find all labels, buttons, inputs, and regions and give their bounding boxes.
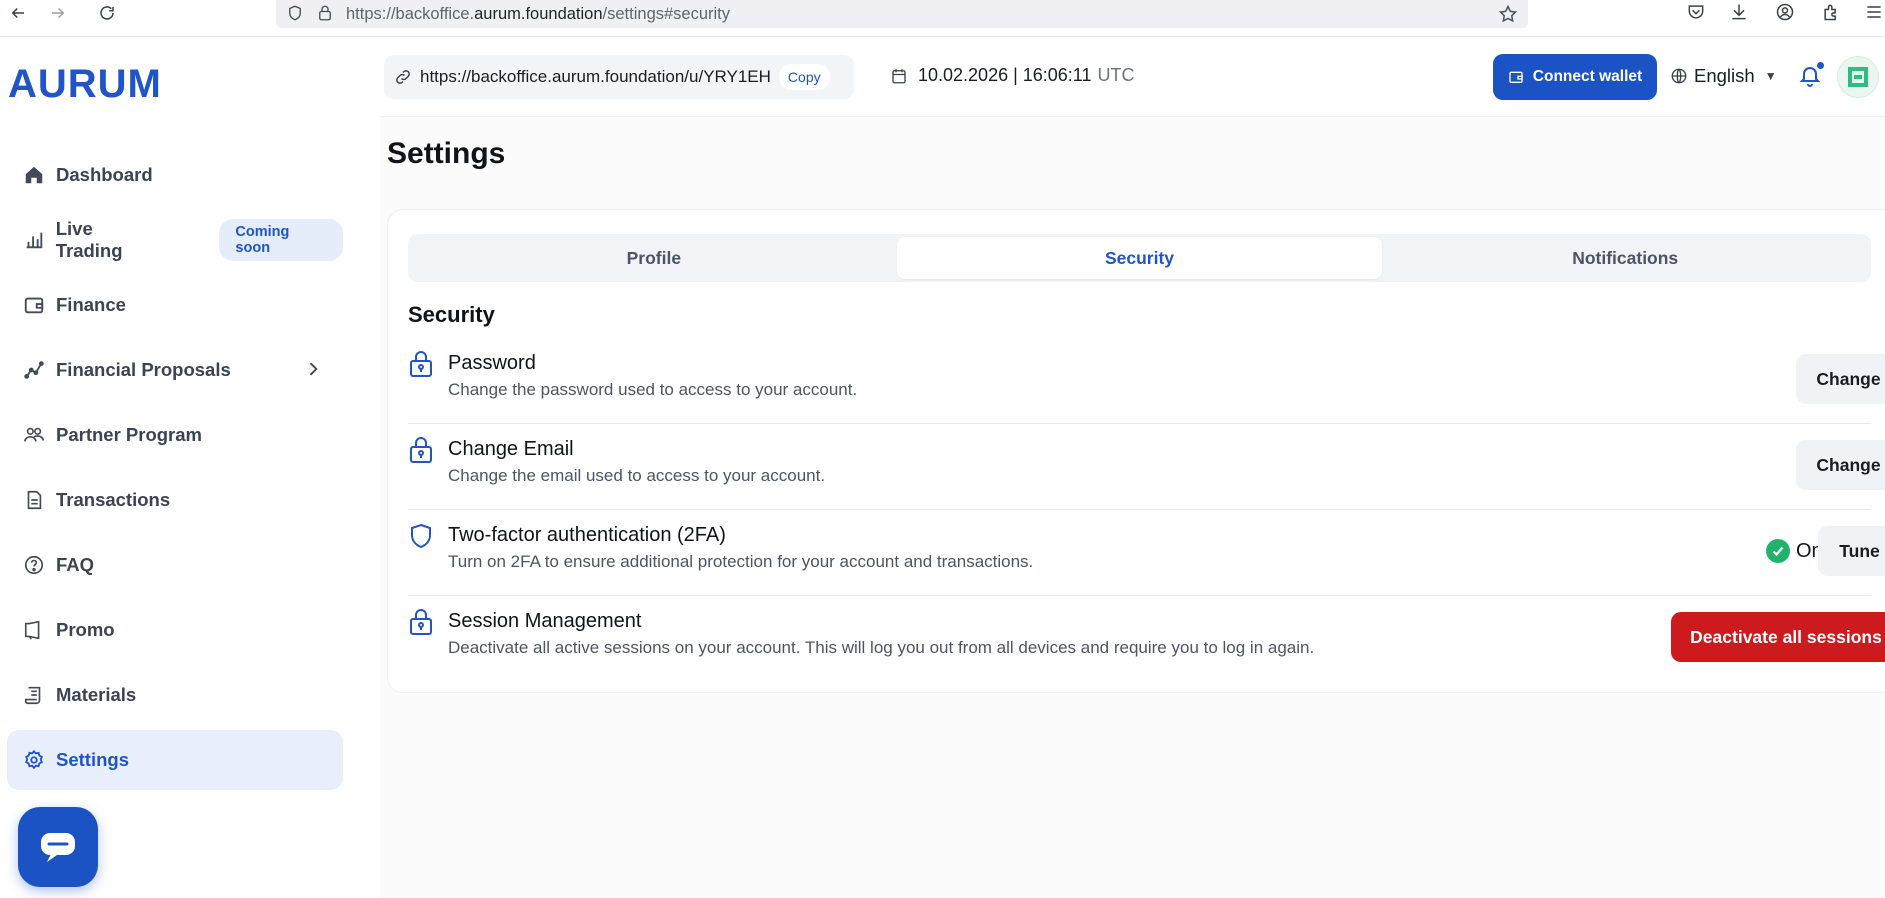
row-title: Session Management: [448, 610, 642, 632]
users-icon: [22, 423, 46, 447]
trend-line-icon: [22, 358, 46, 382]
sidebar-item-transactions[interactable]: Transactions: [7, 470, 343, 530]
row-description: Change the email used to access to your …: [448, 466, 826, 485]
document-icon: [22, 488, 46, 512]
sidebar-item-label: Finance: [56, 294, 126, 315]
calendar-icon: [892, 68, 906, 83]
lock-icon: [316, 4, 336, 24]
referral-link-box: https://backoffice.aurum.foundation/u/YR…: [384, 55, 854, 99]
sidebar-item-financial-proposals[interactable]: Financial Proposals: [7, 340, 343, 400]
settings-tabs: Profile Security Notifications: [408, 234, 1871, 282]
top-header: https://backoffice.aurum.foundation/u/YR…: [380, 37, 1885, 117]
sidebar-item-label: Financial Proposals: [56, 359, 231, 380]
shield-icon: [286, 4, 306, 24]
lock-icon: [408, 608, 434, 636]
lock-icon: [408, 350, 434, 378]
wallet-icon: [22, 293, 46, 317]
link-icon: [394, 68, 412, 86]
row-description: Change the password used to access to yo…: [448, 380, 858, 399]
server-datetime: 10.02.2026 | 16:06:11 UTC: [890, 65, 1135, 86]
aurum-logo[interactable]: AURUM: [8, 62, 162, 106]
sidebar-item-label: Promo: [56, 619, 115, 640]
scroll-icon: [22, 683, 46, 707]
sidebar-item-live-trading[interactable]: Live Trading Coming soon: [7, 210, 343, 270]
sidebar-item-finance[interactable]: Finance: [7, 275, 343, 335]
question-icon: [22, 553, 46, 577]
sidebar-item-partner-program[interactable]: Partner Program: [7, 405, 343, 465]
sidebar-item-label: Materials: [56, 684, 137, 705]
notification-dot: [1817, 62, 1824, 69]
lock-icon: [408, 436, 434, 464]
page-title: Settings: [387, 137, 506, 170]
extensions-icon[interactable]: [1821, 2, 1843, 24]
avatar[interactable]: [1837, 56, 1879, 98]
language-selector[interactable]: English ▼: [1670, 65, 1777, 87]
sidebar: AURUM Dashboard Live Trading Coming soon…: [0, 37, 380, 898]
connect-wallet-button[interactable]: Connect wallet: [1493, 54, 1657, 100]
change-email-row: Change Email Change the email used to ac…: [408, 424, 1885, 510]
main-content: Settings Profile Security Notifications …: [380, 117, 1885, 898]
sidebar-item-label: Partner Program: [56, 424, 202, 445]
tune-2fa-button[interactable]: Tune: [1818, 526, 1885, 576]
sidebar-menu: Dashboard Live Trading Coming soon Finan…: [7, 145, 343, 795]
home-icon: [22, 163, 46, 187]
wallet-icon: [1509, 71, 1523, 83]
reload-icon[interactable]: [93, 0, 121, 26]
megaphone-icon: [22, 618, 46, 642]
copy-button[interactable]: Copy: [778, 64, 830, 90]
pocket-icon[interactable]: [1686, 2, 1708, 24]
bar-chart-icon: [22, 228, 46, 252]
forward-icon[interactable]: [44, 0, 72, 26]
account-icon[interactable]: [1775, 2, 1797, 24]
sidebar-item-label: Transactions: [56, 489, 171, 510]
url-text: https://backoffice.aurum.foundation/sett…: [346, 4, 731, 23]
settings-card: Profile Security Notifications Security …: [387, 209, 1885, 693]
sidebar-item-promo[interactable]: Promo: [7, 600, 343, 660]
sidebar-item-faq[interactable]: FAQ: [7, 535, 343, 595]
download-icon[interactable]: [1729, 2, 1751, 24]
globe-icon: [1671, 68, 1687, 84]
password-row: Password Change the password used to acc…: [408, 338, 1885, 424]
avatar-identicon: [1848, 67, 1868, 87]
chat-bubble-icon: [41, 833, 75, 862]
notification-bell-icon[interactable]: [1798, 62, 1824, 90]
row-description: Deactivate all active sessions on your a…: [448, 638, 1315, 657]
back-icon[interactable]: [4, 0, 32, 26]
support-chat-button[interactable]: [18, 807, 98, 887]
sidebar-item-label: FAQ: [56, 554, 95, 575]
section-title: Security: [408, 302, 495, 327]
shield-icon: [408, 522, 434, 550]
two-factor-row: Two-factor authentication (2FA) Turn on …: [408, 510, 1885, 596]
sidebar-item-materials[interactable]: Materials: [7, 665, 343, 725]
change-email-button[interactable]: Change: [1796, 440, 1885, 490]
row-title: Two-factor authentication (2FA): [448, 524, 726, 546]
sidebar-item-dashboard[interactable]: Dashboard: [7, 145, 343, 205]
two-factor-status: On: [1766, 539, 1823, 563]
row-title: Change Email: [448, 438, 574, 460]
sidebar-item-label: Live Trading: [55, 218, 123, 261]
address-bar[interactable]: https://backoffice.aurum.foundation/sett…: [276, 0, 1528, 28]
menu-icon[interactable]: [1864, 2, 1885, 24]
tab-notifications[interactable]: Notifications: [1382, 237, 1868, 279]
sidebar-item-settings[interactable]: Settings: [7, 730, 343, 790]
tab-profile[interactable]: Profile: [411, 237, 897, 279]
change-password-button[interactable]: Change: [1796, 354, 1885, 404]
gear-icon: [22, 748, 46, 772]
referral-link[interactable]: https://backoffice.aurum.foundation/u/YR…: [420, 67, 771, 87]
row-title: Password: [448, 352, 536, 374]
sidebar-item-label: Settings: [56, 749, 129, 770]
sidebar-item-label: Dashboard: [56, 164, 153, 185]
coming-soon-badge: Coming soon: [219, 219, 343, 261]
session-management-row: Session Management Deactivate all active…: [408, 596, 1885, 682]
row-description: Turn on 2FA to ensure additional protect…: [448, 552, 1034, 571]
bookmark-star-icon[interactable]: [1498, 4, 1518, 24]
check-circle-icon: [1766, 539, 1790, 563]
browser-toolbar: https://backoffice.aurum.foundation/sett…: [0, 0, 1885, 37]
chevron-down-icon: ▼: [1764, 69, 1777, 83]
deactivate-all-sessions-button[interactable]: Deactivate all sessions: [1671, 612, 1885, 662]
chevron-right-icon[interactable]: [303, 359, 323, 381]
tab-security[interactable]: Security: [896, 237, 1383, 279]
